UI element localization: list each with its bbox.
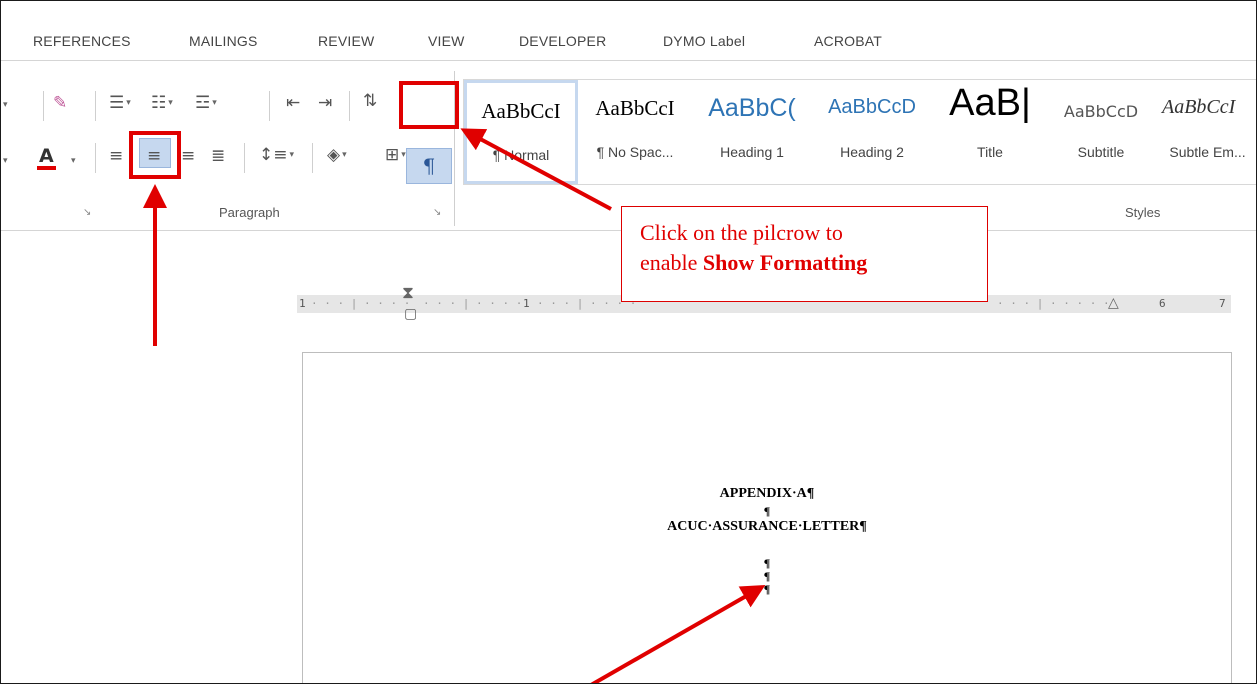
annotation-arrows	[143, 128, 766, 683]
arrow-to-pilcrow-marks	[590, 585, 766, 683]
word-window: REFERENCES MAILINGS REVIEW VIEW DEVELOPE…	[0, 0, 1257, 684]
arrow-to-pilcrow	[460, 128, 612, 211]
